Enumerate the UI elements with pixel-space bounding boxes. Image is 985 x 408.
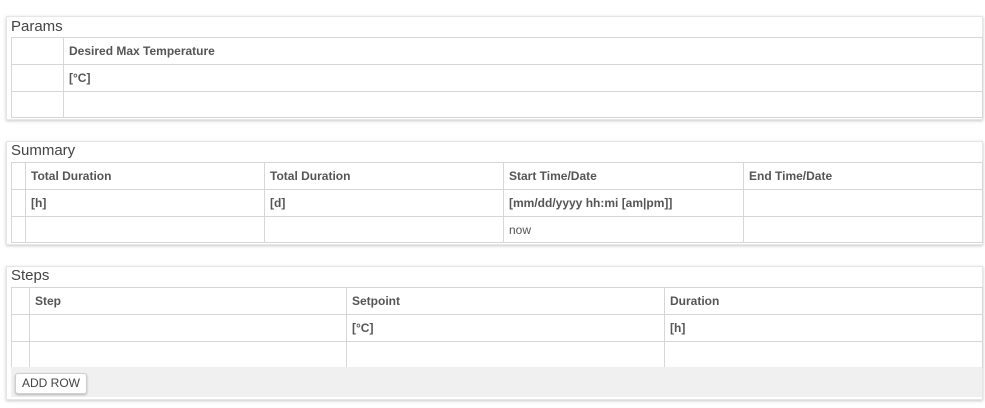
value-start-time-date[interactable]: now <box>503 216 744 243</box>
steps-value-row <box>11 341 983 368</box>
value-end-time-date[interactable] <box>743 216 983 243</box>
params-title: Params <box>11 18 63 35</box>
row-gutter-cell <box>11 287 30 315</box>
steps-panel: Steps Step Setpoint Duration [°C] [h] AD… <box>6 266 983 400</box>
value-total-duration-h[interactable] <box>25 216 265 243</box>
value-total-duration-d[interactable] <box>264 216 504 243</box>
value-desired-max-temperature[interactable] <box>63 91 983 118</box>
unit-setpoint: [°C] <box>346 314 665 342</box>
row-gutter-cell <box>11 341 30 368</box>
summary-panel: Summary Total Duration Total Duration St… <box>6 141 983 245</box>
column-header-step: Step <box>29 287 347 315</box>
params-panel: Params Desired Max Temperature [°C] <box>6 16 983 120</box>
column-header-total-duration-d: Total Duration <box>264 162 504 190</box>
params-header-row: Desired Max Temperature <box>11 37 983 65</box>
column-header-total-duration-h: Total Duration <box>25 162 265 190</box>
unit-desired-max-temperature: [°C] <box>63 64 983 92</box>
column-header-desired-max-temperature: Desired Max Temperature <box>63 37 983 65</box>
summary-value-row: now <box>11 216 983 243</box>
row-gutter-cell <box>11 216 26 243</box>
row-gutter-cell <box>11 64 64 92</box>
steps-table: Step Setpoint Duration [°C] [h] <box>11 287 983 368</box>
row-gutter-cell <box>11 91 64 118</box>
row-gutter-cell <box>11 162 26 190</box>
unit-end-time-date <box>743 189 983 217</box>
steps-footer: ADD ROW <box>11 367 982 397</box>
row-gutter-cell <box>11 189 26 217</box>
column-header-duration: Duration <box>664 287 983 315</box>
summary-title: Summary <box>11 142 76 159</box>
value-setpoint[interactable] <box>346 341 665 368</box>
summary-unit-row: [h] [d] [mm/dd/yyyy hh:mi [am|pm]] <box>11 189 983 217</box>
summary-table: Total Duration Total Duration Start Time… <box>11 162 983 243</box>
summary-header-row: Total Duration Total Duration Start Time… <box>11 162 983 190</box>
unit-step <box>29 314 347 342</box>
column-header-setpoint: Setpoint <box>346 287 665 315</box>
value-step[interactable] <box>29 341 347 368</box>
steps-title: Steps <box>11 267 50 284</box>
unit-start-time-date: [mm/dd/yyyy hh:mi [am|pm]] <box>503 189 744 217</box>
unit-total-duration-d: [d] <box>264 189 504 217</box>
unit-total-duration-h: [h] <box>25 189 265 217</box>
params-unit-row: [°C] <box>11 64 983 92</box>
row-gutter-cell <box>11 37 64 65</box>
steps-header-row: Step Setpoint Duration <box>11 287 983 315</box>
steps-unit-row: [°C] [h] <box>11 314 983 342</box>
params-table: Desired Max Temperature [°C] <box>11 37 983 118</box>
unit-duration: [h] <box>664 314 983 342</box>
column-header-start-time-date: Start Time/Date <box>503 162 744 190</box>
params-value-row <box>11 91 983 118</box>
row-gutter-cell <box>11 314 30 342</box>
column-header-end-time-date: End Time/Date <box>743 162 983 190</box>
add-row-button[interactable]: ADD ROW <box>15 373 87 394</box>
value-duration[interactable] <box>664 341 983 368</box>
